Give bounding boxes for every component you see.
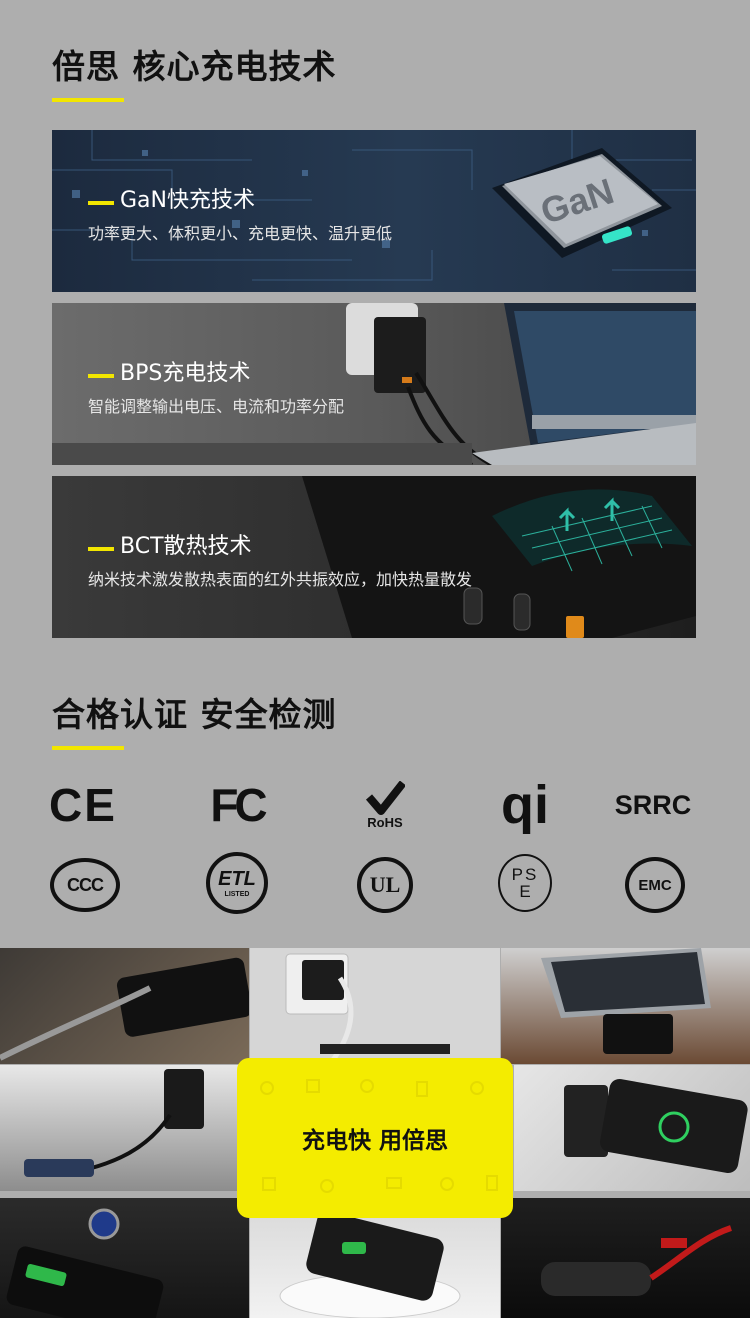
etl-mark-icon: ETL LISTED xyxy=(192,848,282,918)
section-title-certification: 合格认证 安全检测 xyxy=(52,695,337,734)
section-title-charging-tech: 倍思 核心充电技术 xyxy=(52,47,337,86)
pse-mark-icon: PS E xyxy=(480,848,570,918)
gallery-photo-charger-phone xyxy=(0,1065,249,1191)
heading-dash xyxy=(88,201,114,205)
heading-dash xyxy=(88,547,114,551)
slogan-tile: 充电快 用倍思 xyxy=(237,1058,513,1218)
tech-card-bct: BCT散热技术 纳米技术激发散热表面的红外共振效应，加快热量散发 xyxy=(52,476,696,638)
heading-dash xyxy=(88,374,114,378)
srrc-mark-icon: SRRC xyxy=(614,789,692,820)
tech-card-bps: BPS充电技术 智能调整输出电压、电流和功率分配 xyxy=(52,303,696,465)
rohs-mark-icon: RoHS xyxy=(340,770,430,840)
ul-mark-icon: UL xyxy=(340,850,430,920)
card-sub-bct: 纳米技术激发散热表面的红外共振效应，加快热量散发 xyxy=(88,570,473,589)
card-sub-bps: 智能调整输出电压、电流和功率分配 xyxy=(88,397,345,416)
gallery-photo-laptop-powerbank xyxy=(501,948,750,1064)
card-heading-bps: BPS充电技术 xyxy=(120,361,251,386)
gallery-photo-jump-starter xyxy=(501,1198,750,1318)
title-underline xyxy=(52,746,124,750)
card-sub-gan: 功率更大、体积更小、充电更快、温升更低 xyxy=(88,224,393,243)
gallery-photo-car-charger xyxy=(0,1198,249,1318)
card-heading-gan: GaN快充技术 xyxy=(120,188,255,213)
tech-card-gan: GaN GaN快充技术 功率更大、体积更小、充电更快、温升更低 xyxy=(52,130,696,292)
qi-mark-icon: qi xyxy=(501,775,549,835)
gallery-photo-phone-cable xyxy=(0,948,249,1064)
title-underline xyxy=(52,98,124,102)
fcc-mark-icon: FC xyxy=(210,779,267,831)
emc-mark-icon: EMC xyxy=(610,850,700,920)
gallery-photo-wall-charger xyxy=(250,948,500,1064)
ccc-mark-icon: CCC xyxy=(40,850,130,920)
card-heading-bct: BCT散热技术 xyxy=(120,534,252,559)
ce-mark-icon: CE xyxy=(49,779,117,831)
slogan-text: 充电快 用倍思 xyxy=(301,1128,448,1154)
gallery-photo-phone-charging xyxy=(514,1065,750,1191)
